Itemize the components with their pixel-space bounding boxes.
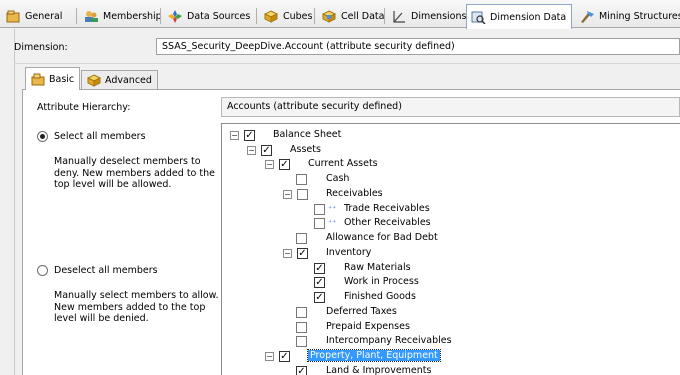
member-checkbox[interactable]: ✓ xyxy=(314,277,325,288)
member-checkbox[interactable] xyxy=(296,322,307,333)
dimension-label: Dimension: xyxy=(14,42,68,53)
tab-dimensions[interactable]: Dimensions xyxy=(388,6,466,26)
member-checkbox[interactable] xyxy=(296,174,307,185)
tree-node[interactable]: − ✓ Current Assets xyxy=(222,158,677,172)
tree-node[interactable]: Intercompany Receivables xyxy=(222,335,677,349)
advanced-icon xyxy=(86,73,102,87)
tree-node[interactable]: Deferred Taxes xyxy=(222,306,677,320)
collapse-icon[interactable]: − xyxy=(283,190,292,199)
tab-cell-data[interactable]: Cell Data xyxy=(318,6,384,26)
tab-separator xyxy=(256,8,257,24)
dimension-data-icon xyxy=(471,11,486,25)
tab-membership[interactable]: Membership xyxy=(80,6,162,26)
dimensions-icon xyxy=(392,10,407,23)
member-checkbox[interactable] xyxy=(296,233,307,244)
selected-node-label: Property, Plant, Equipment xyxy=(307,349,441,362)
tree-node[interactable]: ⁺⁺ Trade Receivables xyxy=(222,203,677,217)
tab-basic[interactable]: Basic xyxy=(25,67,81,90)
tree-node[interactable]: ✓ Land & Improvements xyxy=(222,365,677,375)
deselect-all-members-label[interactable]: Deselect all members xyxy=(54,265,158,276)
tree-node[interactable]: ✓ Finished Goods xyxy=(222,291,677,305)
member-tree[interactable]: − ✓ Balance Sheet − ✓ Assets − ✓ Current… xyxy=(221,123,680,375)
member-icon: ⁺⁺ xyxy=(328,218,337,227)
collapse-icon[interactable]: − xyxy=(283,249,292,258)
attribute-hierarchy-label: Attribute Hierarchy: xyxy=(37,102,131,113)
tab-advanced[interactable]: Advanced xyxy=(81,70,158,89)
member-checkbox[interactable] xyxy=(314,218,325,229)
tab-cubes[interactable]: Cubes xyxy=(260,6,312,26)
member-checkbox[interactable]: ✓ xyxy=(279,159,290,170)
member-checkbox[interactable]: ✓ xyxy=(279,351,290,362)
collapse-icon[interactable]: − xyxy=(265,160,274,169)
member-checkbox[interactable]: ✓ xyxy=(297,248,308,259)
tree-node[interactable]: − ✓ Property, Plant, Equipment xyxy=(222,349,677,364)
tree-node[interactable]: Cash xyxy=(222,173,677,187)
collapse-icon[interactable]: − xyxy=(247,146,256,155)
tree-node[interactable]: Allowance for Bad Debt xyxy=(222,232,677,246)
tab-separator xyxy=(160,8,161,24)
membership-icon xyxy=(84,10,99,23)
member-checkbox[interactable]: ✓ xyxy=(314,263,325,274)
tree-node[interactable]: ✓ Raw Materials xyxy=(222,262,677,276)
tab-separator xyxy=(76,8,77,24)
member-checkbox[interactable]: ✓ xyxy=(244,130,255,141)
divider xyxy=(14,63,680,64)
tab-separator xyxy=(314,8,315,24)
mining-structures-icon xyxy=(580,10,595,23)
attribute-hierarchy-select[interactable]: Accounts (attribute security defined) xyxy=(221,97,680,117)
general-icon xyxy=(6,10,21,23)
member-icon: ⁺⁺ xyxy=(328,204,337,213)
tab-mining-structures[interactable]: Mining Structures xyxy=(576,6,680,26)
tree-node[interactable]: − Receivables xyxy=(222,188,677,202)
tree-node[interactable]: ⁺⁺ Other Receivables xyxy=(222,217,677,231)
member-checkbox[interactable]: ✓ xyxy=(314,292,325,303)
data-sources-icon xyxy=(168,9,183,23)
member-checkbox[interactable] xyxy=(296,307,307,318)
deselect-all-members-radio[interactable] xyxy=(37,265,48,276)
tab-data-sources[interactable]: Data Sources xyxy=(164,6,250,26)
collapse-icon[interactable]: − xyxy=(265,352,274,361)
member-checkbox[interactable]: ✓ xyxy=(261,145,272,156)
cube-icon xyxy=(263,9,279,23)
collapse-icon[interactable]: − xyxy=(230,131,239,140)
select-all-members-radio[interactable] xyxy=(37,131,48,142)
tree-node[interactable]: − ✓ Balance Sheet xyxy=(222,129,677,143)
dimension-field[interactable]: SSAS_Security_DeepDive.Account (attribut… xyxy=(156,38,680,55)
basic-icon xyxy=(31,73,46,86)
select-all-members-label[interactable]: Select all members xyxy=(54,131,146,142)
select-all-description: Manually deselect members to deny. New m… xyxy=(54,156,215,190)
tab-dimension-data[interactable]: Dimension Data xyxy=(466,4,572,29)
tree-node[interactable]: ✓ Work in Process xyxy=(222,276,677,290)
tab-general[interactable]: General xyxy=(2,6,62,26)
tree-node[interactable]: Prepaid Expenses xyxy=(222,321,677,335)
member-checkbox[interactable] xyxy=(297,189,308,200)
member-checkbox[interactable] xyxy=(314,204,325,215)
cell-data-icon xyxy=(321,9,337,23)
tab-separator xyxy=(384,8,385,24)
member-checkbox[interactable] xyxy=(296,336,307,347)
tree-node[interactable]: − ✓ Assets xyxy=(222,144,677,158)
tree-node[interactable]: − ✓ Inventory xyxy=(222,247,677,261)
member-checkbox[interactable]: ✓ xyxy=(296,366,307,375)
deselect-all-description: Manually select members to allow. New me… xyxy=(54,290,219,324)
designer-tab-strip: General Membership Data Sources Cubes Ce… xyxy=(0,0,680,29)
